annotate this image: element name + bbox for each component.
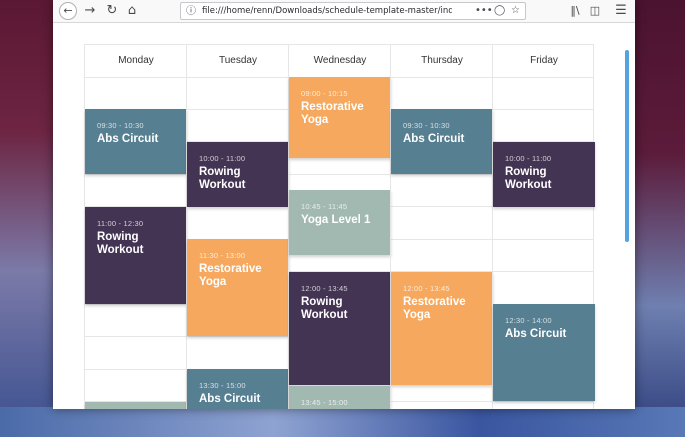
event-restorative-yoga[interactable]: 09:00 - 10:15 Restorative Yoga [289,77,391,158]
desktop-background-left [0,0,53,437]
library-icon[interactable]: ‖\ [566,2,584,20]
browser-toolbar: ← → ↻ ⌂ ⓘ file:///home/renn/Downloads/sc… [53,0,635,23]
browser-window: ← → ↻ ⌂ ⓘ file:///home/renn/Downloads/sc… [53,0,635,409]
event-time: 10:00 - 11:00 [199,154,246,163]
day-header-tuesday: Tuesday [219,55,257,66]
home-icon[interactable]: ⌂ [123,2,141,20]
sidebar-icon[interactable]: ◫ [586,2,604,20]
pocket-icon[interactable]: ◯ [494,3,505,19]
event-name: Abs Circuit [505,328,567,340]
day-column-friday: Friday 10:00 - 11:00 Rowing Workout 12:3… [492,44,595,409]
event-name: Abs Circuit [97,133,159,145]
event-name: Rowing Workout [199,166,246,191]
day-column-tuesday: Tuesday 10:00 - 11:00 Rowing Workout 11:… [186,44,289,409]
event-name: Restorative Yoga [301,101,364,126]
event-time: 12:00 - 13:45 [301,284,348,293]
event-time: 09:00 - 10:15 [301,89,348,98]
event-name: Restorative Yoga [403,296,466,321]
event-rowing-workout[interactable]: 10:00 - 11:00 Rowing Workout [187,142,289,207]
event-name: Rowing Workout [301,296,348,321]
star-icon[interactable]: ☆ [511,3,520,19]
scrollbar-thumb[interactable] [625,50,629,242]
event-time: 11:30 - 13:00 [199,251,246,260]
event-time: 13:45 - 15:00 [301,398,348,407]
event-name: Abs Circuit [199,393,261,405]
day-header-thursday: Thursday [421,55,463,66]
event-time: 09:30 - 10:30 [97,121,144,130]
event-restorative-yoga[interactable]: 12:00 - 13:45 Restorative Yoga [391,272,493,385]
day-column-thursday: Thursday 09:30 - 10:30 Abs Circuit 12:00… [390,44,493,409]
day-header-wednesday: Wednesday [313,55,367,66]
event-abs-circuit[interactable]: 09:30 - 10:30 Abs Circuit [85,109,187,174]
event-name: Yoga Level 1 [301,214,371,226]
event-yoga-level-1[interactable]: 10:45 - 11:45 Yoga Level 1 [289,190,391,255]
event-time: 10:45 - 11:45 [301,202,348,211]
event-yoga-partial[interactable]: 13:45 - 15:00 [289,386,391,409]
event-abs-circuit[interactable]: 09:30 - 10:30 Abs Circuit [391,109,493,174]
event-rowing-workout[interactable]: 12:00 - 13:45 Rowing Workout [289,272,391,385]
event-time: 10:00 - 11:00 [505,154,552,163]
event-name: Abs Circuit [403,133,465,145]
day-header-monday: Monday [118,55,154,66]
event-time: 12:30 - 14:00 [505,316,552,325]
url-text[interactable]: file:///home/renn/Downloads/schedule-tem… [202,3,452,19]
day-column-monday: Monday 09:30 - 10:30 Abs Circuit 11:00 -… [84,44,187,409]
arrow-right-icon[interactable]: → [81,2,99,20]
reload-icon[interactable]: ↻ [103,2,121,20]
day-column-wednesday: Wednesday 09:00 - 10:15 Restorative Yoga… [288,44,391,409]
event-time: 11:00 - 12:30 [97,219,144,228]
event-time: 12:00 - 13:45 [403,284,450,293]
arrow-left-icon[interactable]: ← [59,2,77,20]
event-name: Rowing Workout [505,166,552,191]
more-icon[interactable]: ••• [475,3,493,19]
event-name: Restorative Yoga [199,263,262,288]
schedule: Monday 09:30 - 10:30 Abs Circuit 11:00 -… [84,44,595,409]
event-time: 13:30 - 15:00 [199,381,246,390]
event-rowing-workout[interactable]: 10:00 - 11:00 Rowing Workout [493,142,595,207]
desktop-background-bottom [0,407,685,437]
info-icon[interactable]: ⓘ [186,4,196,19]
event-rowing-workout[interactable]: 11:00 - 12:30 Rowing Workout [85,207,187,304]
day-header-friday: Friday [530,55,558,66]
event-restorative-yoga[interactable]: 11:30 - 13:00 Restorative Yoga [187,239,289,336]
event-abs-circuit[interactable]: 13:30 - 15:00 Abs Circuit [187,369,289,409]
event-yoga-partial[interactable] [85,402,187,409]
hamburger-menu-icon[interactable]: ☰ [612,2,630,20]
page-content: Monday 09:30 - 10:30 Abs Circuit 11:00 -… [53,23,635,409]
url-bar[interactable]: ⓘ file:///home/renn/Downloads/schedule-t… [180,2,526,20]
event-time: 09:30 - 10:30 [403,121,450,130]
event-name: Rowing Workout [97,231,144,256]
desktop-background-right [635,0,685,437]
event-abs-circuit[interactable]: 12:30 - 14:00 Abs Circuit [493,304,595,401]
